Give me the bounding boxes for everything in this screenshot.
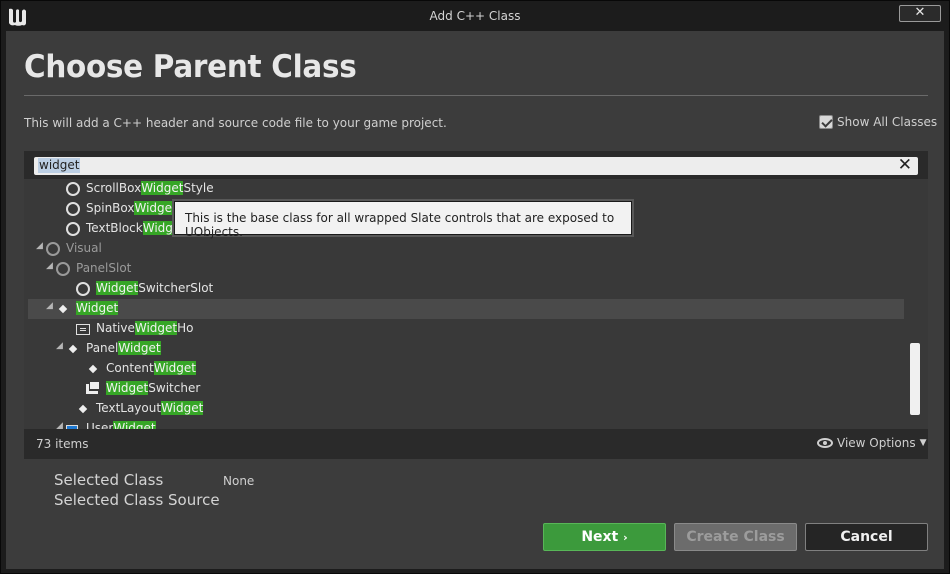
eye-icon bbox=[817, 438, 833, 448]
expand-arrow-icon[interactable]: ◢ bbox=[36, 241, 43, 251]
circle-icon bbox=[66, 182, 80, 196]
tree-row[interactable]: ◢ PanelSlot bbox=[24, 259, 908, 279]
label-prefix: User bbox=[86, 421, 114, 429]
tree-row[interactable]: ◢ Visual bbox=[24, 239, 908, 259]
tree-row[interactable]: ScrollBoxWidgetStyle bbox=[24, 179, 908, 199]
search-highlight: Widget bbox=[96, 281, 139, 295]
label-prefix: Panel bbox=[86, 341, 119, 355]
tree-row-label: Visual bbox=[66, 241, 102, 255]
chevron-right-icon: › bbox=[623, 531, 628, 544]
search-highlight: Widget bbox=[141, 181, 184, 195]
search-highlight: Widget bbox=[106, 381, 149, 395]
circle-icon bbox=[76, 282, 90, 296]
selected-class-value: None bbox=[223, 474, 255, 488]
expand-arrow-icon[interactable]: ◢ bbox=[56, 341, 63, 351]
label-suffix: Style bbox=[183, 181, 214, 195]
tree-row-label: PanelWidget bbox=[86, 341, 161, 355]
search-highlight: Widget bbox=[76, 301, 119, 315]
label-suffix: Switcher bbox=[148, 381, 201, 395]
tree-row-label: TextLayoutWidget bbox=[96, 401, 204, 415]
expand-arrow-icon[interactable]: ◢ bbox=[56, 421, 63, 429]
selected-class-source-label: Selected Class Source bbox=[54, 491, 220, 509]
view-options-label: View Options bbox=[837, 436, 916, 450]
page-title: Choose Parent Class bbox=[24, 49, 357, 85]
tree-row[interactable]: NativeWidgetHo bbox=[24, 319, 908, 339]
switcher-icon bbox=[86, 382, 99, 394]
cancel-button[interactable]: Cancel bbox=[805, 523, 928, 551]
tree-row-label: PanelSlot bbox=[76, 261, 131, 275]
label-suffix: Ho bbox=[177, 321, 194, 335]
search-highlight: Widget bbox=[134, 201, 177, 215]
tree-row-label: WidgetSwitcher bbox=[106, 381, 200, 395]
tree-row[interactable]: ◢ PanelWidget bbox=[24, 339, 908, 359]
tree-row[interactable]: WidgetSwitcher bbox=[24, 379, 908, 399]
label-prefix: TextLayout bbox=[96, 401, 162, 415]
diamond-icon bbox=[68, 344, 78, 354]
description-text: This will add a C++ header and source co… bbox=[24, 116, 447, 130]
diamond-icon bbox=[58, 304, 68, 314]
label-prefix: Native bbox=[96, 321, 135, 335]
tree-row-label: Widget bbox=[76, 301, 119, 315]
search-input[interactable]: widget ✕ bbox=[34, 155, 918, 175]
tree-row-label: NativeWidgetHo bbox=[96, 321, 194, 335]
tree-row[interactable]: ContentWidget bbox=[24, 359, 908, 379]
close-button[interactable]: ✕ bbox=[899, 5, 941, 22]
search-highlight: Widget bbox=[118, 341, 161, 355]
add-cpp-class-window: Add C++ Class ✕ Choose Parent Class This… bbox=[0, 0, 950, 574]
expand-arrow-icon[interactable]: ◢ bbox=[46, 261, 53, 271]
circle-icon bbox=[56, 262, 70, 276]
next-button[interactable]: Next › bbox=[543, 523, 666, 551]
tree-row[interactable]: WidgetSwitcherSlot bbox=[24, 279, 908, 299]
tree-scrollbar[interactable] bbox=[910, 343, 920, 415]
show-all-classes-toggle[interactable]: Show All Classes bbox=[819, 115, 937, 129]
circle-icon bbox=[46, 242, 60, 256]
view-options-button[interactable]: View Options ▼ bbox=[817, 436, 927, 450]
label-suffix: SwitcherSlot bbox=[138, 281, 214, 295]
label-prefix: Content bbox=[106, 361, 154, 375]
divider bbox=[24, 95, 928, 96]
search-highlight: Widget bbox=[113, 421, 156, 429]
expand-arrow-icon[interactable]: ◢ bbox=[46, 301, 53, 311]
label-prefix: ScrollBox bbox=[86, 181, 142, 195]
show-all-classes-checkbox[interactable] bbox=[819, 115, 833, 129]
diamond-icon bbox=[78, 404, 88, 414]
search-value: widget bbox=[38, 158, 81, 173]
create-class-button[interactable]: Create Class bbox=[674, 523, 797, 551]
tree-row[interactable]: ◢ UserWidget bbox=[24, 419, 908, 429]
label-prefix: TextBlock bbox=[86, 221, 143, 235]
circle-icon bbox=[66, 222, 80, 236]
items-count: 73 items bbox=[36, 437, 89, 451]
tree-row[interactable]: ◢ Widget bbox=[28, 299, 904, 319]
class-tooltip: This is the base class for all wrapped S… bbox=[174, 201, 632, 239]
next-label: Next bbox=[581, 529, 619, 545]
tree-row[interactable]: TextLayoutWidget bbox=[24, 399, 908, 419]
tree-row-label: WidgetSwitcherSlot bbox=[96, 281, 213, 295]
circle-icon bbox=[66, 202, 80, 216]
tree-footer: 73 items View Options ▼ bbox=[24, 431, 928, 459]
window-title: Add C++ Class bbox=[429, 9, 521, 23]
label-prefix: SpinBox bbox=[86, 201, 135, 215]
user-icon bbox=[66, 425, 78, 429]
tree-row-label: ScrollBoxWidgetStyle bbox=[86, 181, 214, 195]
dialog-content: Choose Parent Class This will add a C++ … bbox=[6, 31, 944, 569]
search-highlight: Widget bbox=[134, 321, 178, 335]
selected-class-label: Selected Class bbox=[54, 471, 164, 489]
class-picker-panel: widget ✕ ScrollBoxWidgetStyle SpinBoxWidg… bbox=[24, 151, 928, 459]
search-highlight: Widget bbox=[161, 401, 204, 415]
tree-row-label: ContentWidget bbox=[106, 361, 196, 375]
label-prefix: Visual bbox=[66, 241, 102, 255]
native-icon bbox=[76, 324, 90, 335]
label-prefix: PanelSlot bbox=[76, 261, 132, 275]
diamond-icon bbox=[88, 364, 98, 374]
search-highlight: Widget bbox=[153, 361, 196, 375]
chevron-down-icon: ▼ bbox=[919, 438, 927, 448]
tree-row-label: UserWidget bbox=[86, 421, 156, 429]
show-all-classes-label: Show All Classes bbox=[837, 115, 938, 129]
title-bar[interactable]: Add C++ Class ✕ bbox=[1, 1, 949, 31]
clear-search-icon[interactable]: ✕ bbox=[898, 155, 912, 175]
